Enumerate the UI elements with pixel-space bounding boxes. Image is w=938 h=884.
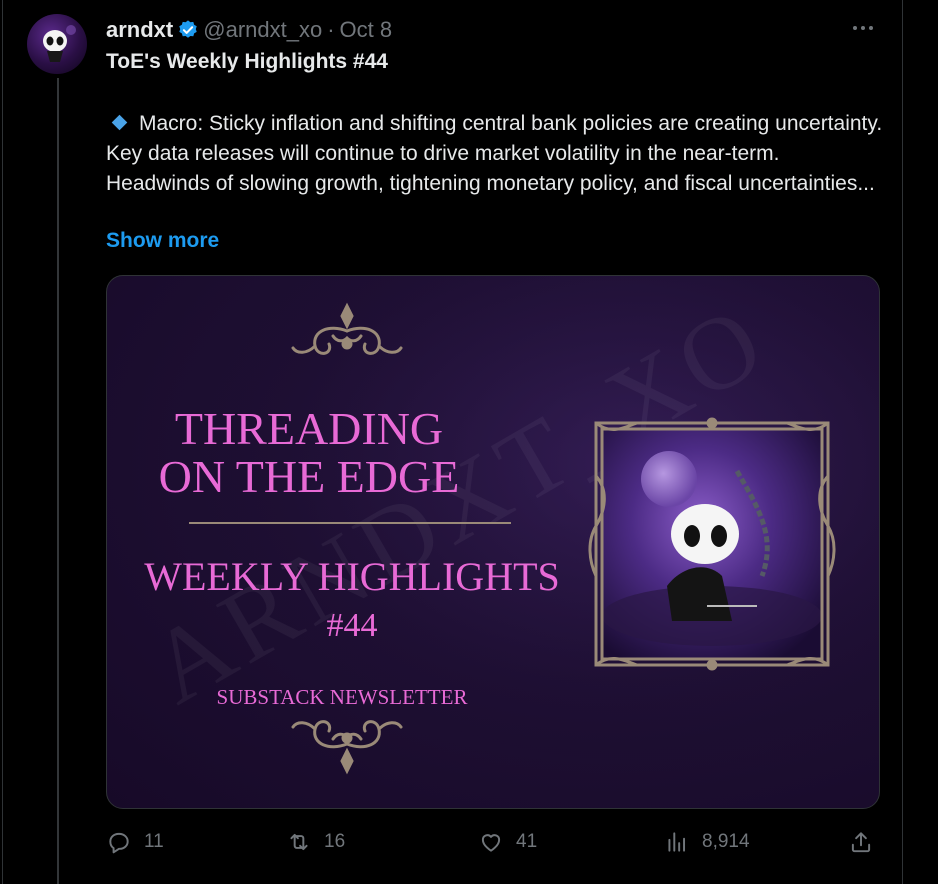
tweet-header: arndxt @arndxt_xo · Oct 8 — [106, 16, 392, 44]
views-button[interactable]: 8,914 — [664, 822, 750, 862]
avatar[interactable] — [27, 14, 87, 74]
repost-count: 16 — [324, 831, 346, 852]
tweet-media-image[interactable]: ARNDXT_XO THREADING ON THE EDGE WEEKLY H… — [106, 275, 880, 809]
media-artwork: ARNDXT_XO THREADING ON THE EDGE WEEKLY H… — [107, 276, 879, 808]
repost-icon — [290, 833, 308, 851]
reply-count: 11 — [144, 831, 164, 852]
thread-connector-line — [57, 78, 59, 884]
reply-icon — [109, 832, 129, 854]
tweet-actions: 11 16 41 8,914 — [106, 822, 878, 862]
timeline-border-right — [902, 0, 903, 884]
share-button[interactable] — [848, 822, 886, 862]
verified-icon — [179, 20, 197, 38]
views-icon — [668, 832, 686, 852]
author-handle[interactable]: @arndxt_xo — [203, 17, 322, 43]
reply-button[interactable]: 11 — [106, 822, 164, 862]
like-button[interactable]: 41 — [478, 822, 537, 862]
like-icon — [481, 834, 501, 852]
show-more-link[interactable]: Show more — [106, 229, 219, 253]
avatar-skull-image — [43, 25, 76, 62]
tweet-body-text: Macro: Sticky inflation and shifting cen… — [106, 112, 883, 195]
media-tagline: SUBSTACK NEWSLETTER — [217, 685, 468, 709]
blue-diamond-icon — [111, 115, 128, 131]
tweet-date[interactable]: Oct 8 — [340, 17, 393, 43]
media-title-line2: ON THE EDGE — [159, 451, 460, 502]
media-subtitle-line1: WEEKLY HIGHLIGHTS — [144, 554, 560, 599]
tweet-body: Macro: Sticky inflation and shifting cen… — [106, 109, 886, 199]
header-separator: · — [327, 17, 335, 42]
repost-button[interactable]: 16 — [286, 822, 345, 862]
views-count: 8,914 — [702, 831, 750, 852]
media-title-line1: THREADING — [175, 403, 443, 454]
more-options-button[interactable] — [850, 18, 876, 38]
share-icon — [851, 832, 871, 853]
like-count: 41 — [516, 831, 538, 852]
timeline-border-left — [2, 0, 3, 884]
media-subtitle-line2: #44 — [327, 607, 378, 644]
more-icon — [853, 26, 873, 30]
tweet-title: ToE's Weekly Highlights #44 — [106, 50, 388, 73]
character-artwork — [602, 429, 822, 659]
author-name[interactable]: arndxt — [106, 17, 173, 43]
